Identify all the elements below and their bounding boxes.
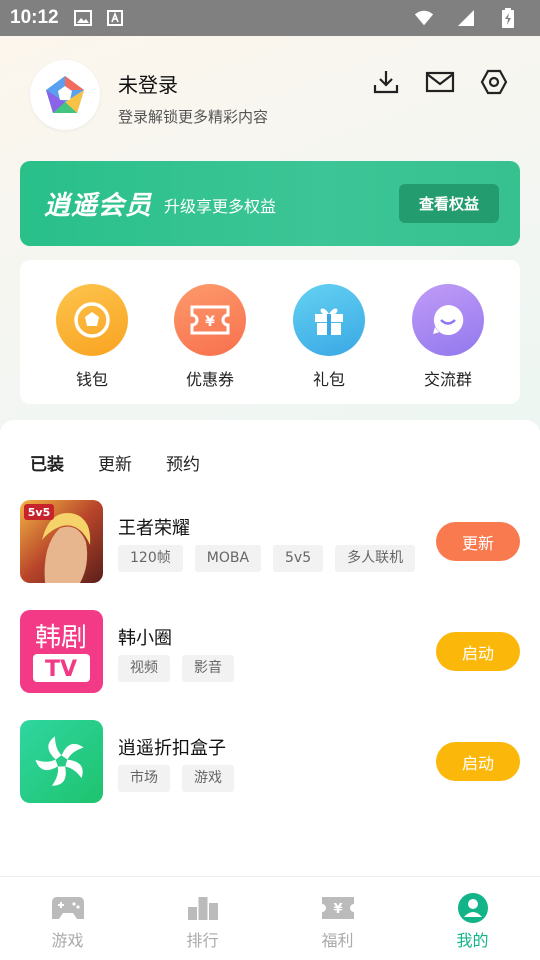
launch-button[interactable]: 启动 [436,742,520,781]
vip-subtitle: 升级享更多权益 [164,197,277,216]
user-icon [456,893,490,923]
update-button[interactable]: 更新 [436,522,520,561]
game-row-honor-of-kings[interactable]: 5v5 王者荣耀 120帧 MOBA 5v5 多人联机 更新 [20,500,520,584]
view-benefits-button[interactable]: 查看权益 [399,184,499,223]
login-status[interactable]: 未登录 [118,69,178,98]
nav-mine[interactable]: 我的 [405,877,540,960]
ranking-icon [186,893,220,923]
svg-text:韩剧: 韩剧 [35,623,87,653]
game-tag: 5v5 [273,545,324,572]
game-tag: MOBA [194,545,262,572]
game-tag: 视频 [118,655,170,682]
quick-action-label: 钱包 [75,370,108,389]
game-name: 逍遥折扣盒子 [118,738,226,759]
chat-icon [412,284,484,356]
game-tag: 市场 [118,765,170,792]
login-hint: 登录解锁更多精彩内容 [118,108,269,126]
game-tag: 多人联机 [335,545,416,572]
wifi-icon [414,9,434,27]
game-tag: 游戏 [182,765,234,792]
svg-text:TV: TV [45,657,77,682]
nav-label: 我的 [456,931,489,950]
quick-action-coupon[interactable]: ¥ 优惠券 [155,284,265,390]
profile-header: 未登录 登录解锁更多精彩内容 [30,60,510,132]
game-icon-hanxiaoquan[interactable]: 韩剧 TV [20,610,103,693]
status-time: 10:12 [10,7,59,28]
gift-icon [293,284,365,356]
svg-text:¥: ¥ [333,902,342,917]
launch-button[interactable]: 启动 [436,632,520,671]
quick-action-label: 交流群 [423,370,472,389]
status-bar: 10:12 [0,0,540,36]
avatar[interactable] [30,60,100,130]
gamepad-icon [51,893,85,923]
quick-actions-card: 钱包 ¥ 优惠券 礼包 交流群 [20,260,520,404]
bottom-nav: 游戏 排行 ¥ 福利 我的 [0,876,540,960]
game-row-hanxiaoquan[interactable]: 韩剧 TV 韩小圈 视频 影音 启动 [20,610,520,694]
signal-icon [456,9,476,27]
nav-welfare[interactable]: ¥ 福利 [270,877,405,960]
ticket-icon: ¥ [321,893,355,923]
quick-action-label: 优惠券 [185,370,234,389]
quick-action-gift[interactable]: 礼包 [274,284,384,390]
app-logo-icon [46,76,84,113]
game-icon-xiaoyao-box[interactable] [20,720,103,803]
font-icon [105,9,125,27]
game-tags: 120帧 MOBA 5v5 多人联机 [118,545,416,572]
vip-title: 逍遥会员 [44,191,153,221]
quick-action-wallet[interactable]: 钱包 [37,284,147,390]
download-icon[interactable] [370,66,402,98]
quick-action-chat-group[interactable]: 交流群 [393,284,503,390]
mail-icon[interactable] [424,66,456,98]
coupon-icon: ¥ [174,284,246,356]
nav-label: 福利 [321,931,354,950]
nav-ranking[interactable]: 排行 [135,877,270,960]
nav-label: 排行 [186,931,219,950]
svg-text:¥: ¥ [205,314,215,330]
game-name: 王者荣耀 [118,518,190,539]
image-icon [73,9,93,27]
svg-text:5v5: 5v5 [28,506,50,519]
tab-updates[interactable]: 更新 [98,450,132,475]
game-tag: 影音 [182,655,234,682]
game-name: 韩小圈 [118,628,172,649]
game-tags: 市场 游戏 [118,765,234,792]
tab-reservations[interactable]: 预约 [166,450,200,475]
battery-icon [498,8,518,28]
vip-banner[interactable]: 逍遥会员 升级享更多权益 查看权益 [20,161,520,246]
game-row-xiaoyao-box[interactable]: 逍遥折扣盒子 市场 游戏 启动 [20,720,520,804]
tab-installed[interactable]: 已装 [30,450,64,479]
wallet-icon [56,284,128,356]
game-tag: 120帧 [118,545,183,572]
nav-games[interactable]: 游戏 [0,877,135,960]
games-tabs: 已装 更新 预约 [30,450,200,479]
settings-icon[interactable] [478,66,510,98]
game-icon-honor-of-kings[interactable]: 5v5 [20,500,103,583]
nav-label: 游戏 [51,931,84,950]
games-panel: 已装 更新 预约 5v5 王者荣耀 120帧 MOBA 5v5 多人联机 更新 [0,420,540,890]
game-tags: 视频 影音 [118,655,234,682]
quick-action-label: 礼包 [312,370,345,389]
